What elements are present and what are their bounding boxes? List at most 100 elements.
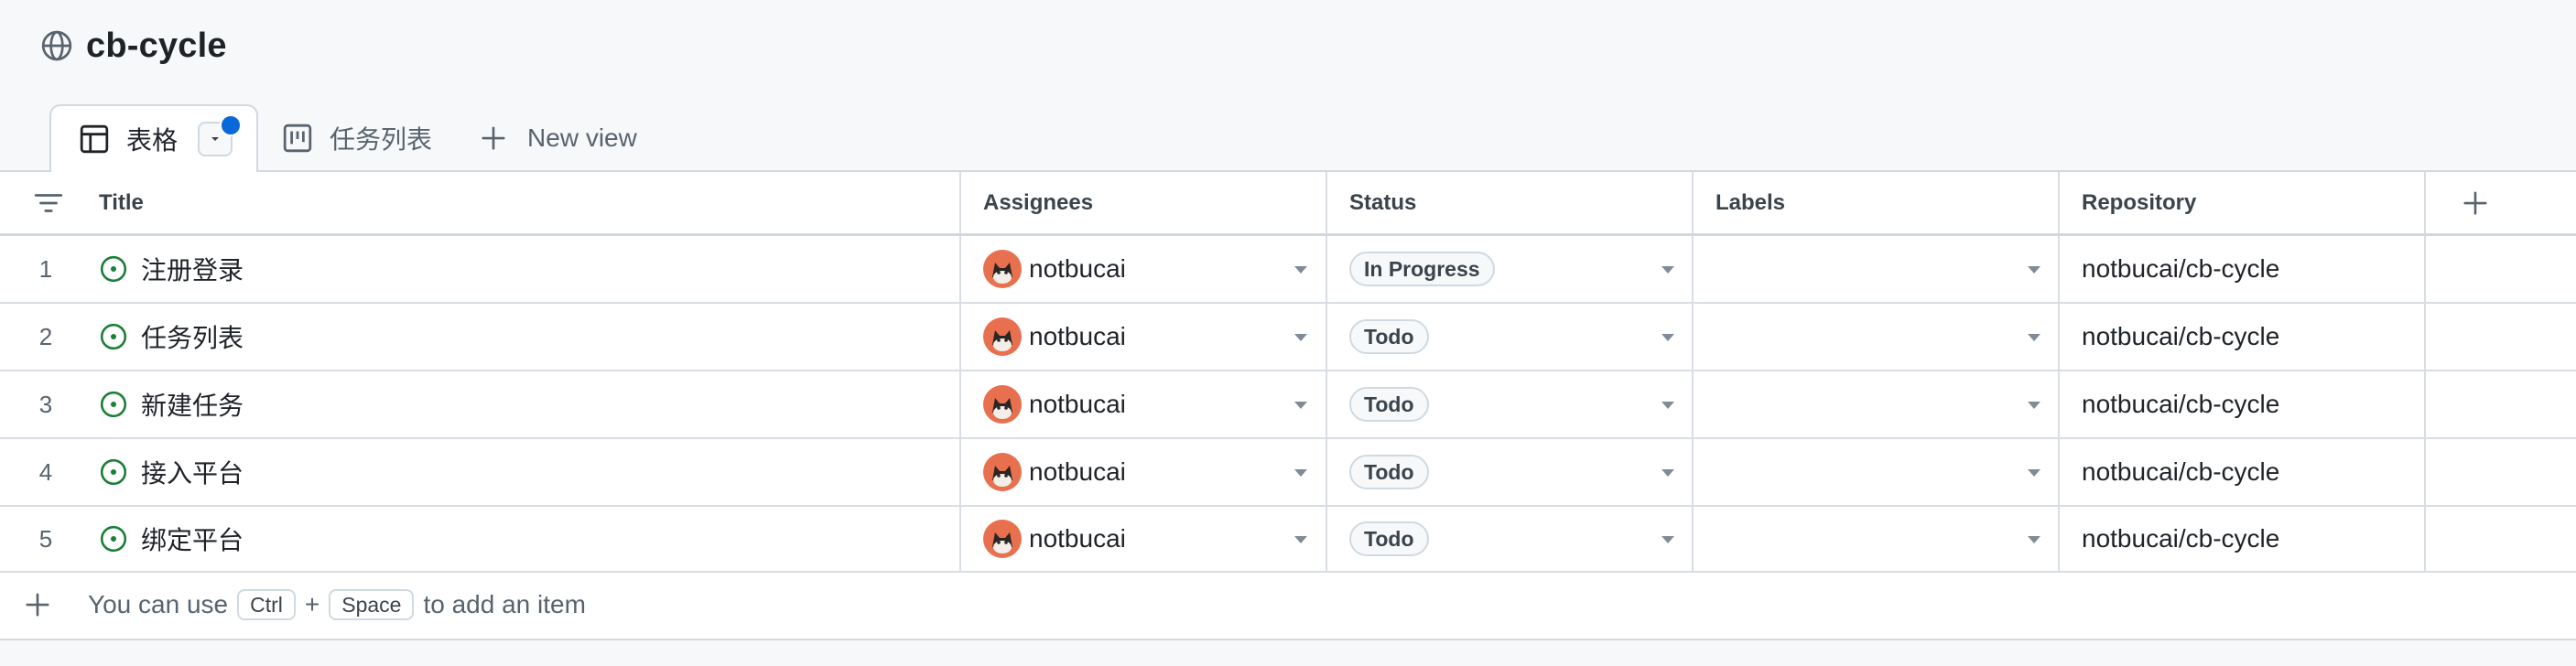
title-cell[interactable]: 绑定平台	[99, 507, 244, 571]
column-header-title[interactable]: Title	[99, 172, 144, 233]
assignee-name: notbucai	[1029, 254, 1126, 283]
status-cell[interactable]: Todo	[1349, 304, 1679, 370]
chevron-down-icon[interactable]	[1294, 469, 1307, 477]
table-row[interactable]: 4 接入平台 notbucai Todo notbucai/cb-cycle	[0, 439, 2576, 507]
issue-opened-icon	[99, 254, 128, 284]
column-header-labels[interactable]: Labels	[1716, 172, 1785, 233]
plus-icon	[2462, 189, 2489, 217]
repository-cell[interactable]: notbucai/cb-cycle	[2082, 371, 2279, 437]
status-cell[interactable]: In Progress	[1349, 236, 1679, 302]
table-row[interactable]: 1 注册登录 notbucai In Progress notbucai/cb-…	[0, 236, 2576, 304]
filter-icon	[33, 188, 64, 219]
status-cell[interactable]: Todo	[1349, 371, 1679, 437]
add-item-hint[interactable]: You can use Ctrl + Space to add an item	[88, 589, 586, 620]
unsaved-changes-dot	[220, 114, 243, 136]
labels-cell[interactable]	[1716, 507, 2045, 571]
column-header-repository[interactable]: Repository	[2082, 172, 2196, 233]
project-table: Title Assignees Status Labels Repository…	[0, 170, 2576, 640]
board-icon	[282, 123, 313, 154]
repository-cell[interactable]: notbucai/cb-cycle	[2082, 439, 2279, 505]
tab-label: New view	[527, 124, 637, 152]
filter-button[interactable]	[33, 172, 70, 233]
add-item-plus-icon[interactable]	[24, 591, 51, 618]
row-number: 5	[38, 524, 53, 553]
avatar	[983, 453, 1022, 491]
title-cell[interactable]: 新建任务	[99, 371, 244, 437]
issue-title[interactable]: 绑定平台	[141, 521, 244, 557]
issue-opened-icon	[99, 457, 128, 487]
status-cell[interactable]: Todo	[1349, 439, 1679, 505]
assignee-name: notbucai	[1029, 524, 1126, 553]
kbd-space: Space	[329, 589, 415, 620]
chevron-down-icon[interactable]	[1294, 334, 1307, 341]
row-number: 2	[38, 322, 53, 350]
chevron-down-icon[interactable]	[1661, 266, 1674, 274]
hint-plus: +	[304, 590, 320, 618]
repository-cell[interactable]: notbucai/cb-cycle	[2082, 507, 2279, 571]
issue-opened-icon	[99, 390, 128, 419]
table-row[interactable]: 5 绑定平台 notbucai Todo notbucai/cb-cycle	[0, 507, 2576, 573]
globe-icon	[40, 29, 73, 62]
table-header-row: Title Assignees Status Labels Repository	[0, 172, 2576, 236]
assignee-cell[interactable]: notbucai	[983, 439, 1313, 505]
row-number: 1	[38, 254, 53, 283]
labels-cell[interactable]	[1716, 371, 2045, 437]
chevron-down-icon[interactable]	[1294, 266, 1307, 274]
add-field-button[interactable]	[2457, 172, 2494, 233]
repository-cell[interactable]: notbucai/cb-cycle	[2082, 304, 2279, 370]
title-cell[interactable]: 注册登录	[99, 236, 244, 302]
chevron-down-icon[interactable]	[2028, 469, 2040, 477]
status-badge: Todo	[1349, 455, 1429, 489]
hint-prefix: You can use	[88, 590, 229, 618]
labels-cell[interactable]	[1716, 236, 2045, 302]
labels-cell[interactable]	[1716, 439, 2045, 505]
assignee-cell[interactable]: notbucai	[983, 371, 1313, 437]
add-item-row[interactable]: You can use Ctrl + Space to add an item	[0, 571, 2576, 639]
table-row[interactable]: 3 新建任务 notbucai Todo notbucai/cb-cycle	[0, 371, 2576, 439]
status-badge: Todo	[1349, 319, 1429, 354]
avatar	[983, 250, 1022, 288]
labels-cell[interactable]	[1716, 304, 2045, 370]
assignee-cell[interactable]: notbucai	[983, 304, 1313, 370]
new-view-button[interactable]: New view	[456, 104, 665, 172]
issue-title[interactable]: 任务列表	[141, 318, 244, 355]
chevron-down-icon[interactable]	[1661, 469, 1674, 477]
tab-label: 表格	[126, 126, 179, 155]
row-number: 4	[38, 457, 53, 486]
issue-opened-icon	[99, 524, 128, 553]
title-cell[interactable]: 任务列表	[99, 304, 244, 370]
issue-title[interactable]: 注册登录	[141, 251, 244, 287]
tab-table-view[interactable]: 表格	[49, 104, 259, 172]
assignee-name: notbucai	[1029, 457, 1126, 486]
plus-icon	[480, 124, 507, 152]
issue-title[interactable]: 新建任务	[141, 386, 244, 423]
column-header-assignees[interactable]: Assignees	[983, 172, 1093, 233]
chevron-down-icon[interactable]	[1661, 536, 1674, 543]
tab-label: 任务列表	[330, 125, 433, 154]
row-number: 3	[38, 390, 53, 418]
column-header-status[interactable]: Status	[1349, 172, 1416, 233]
project-title: cb-cycle	[86, 26, 227, 65]
chevron-down-icon[interactable]	[1661, 334, 1674, 341]
chevron-down-icon[interactable]	[2028, 334, 2040, 341]
chevron-down-icon[interactable]	[2028, 402, 2040, 409]
assignee-cell[interactable]: notbucai	[983, 507, 1313, 571]
issue-title[interactable]: 接入平台	[141, 454, 244, 490]
chevron-down-icon[interactable]	[1294, 402, 1307, 409]
title-cell[interactable]: 接入平台	[99, 439, 244, 505]
chevron-down-icon[interactable]	[1661, 402, 1674, 409]
status-badge: Todo	[1349, 521, 1429, 556]
chevron-down-icon[interactable]	[2028, 266, 2040, 274]
repository-cell[interactable]: notbucai/cb-cycle	[2082, 236, 2279, 302]
tab-board-view[interactable]: 任务列表	[258, 104, 456, 172]
assignee-name: notbucai	[1029, 390, 1126, 418]
view-tabs: 表格 任务列表 New view	[49, 104, 665, 172]
table-row[interactable]: 2 任务列表 notbucai Todo notbucai/cb-cycle	[0, 304, 2576, 371]
chevron-down-icon[interactable]	[2028, 536, 2040, 543]
view-options-button[interactable]	[198, 114, 243, 156]
assignee-cell[interactable]: notbucai	[983, 236, 1313, 302]
status-cell[interactable]: Todo	[1349, 507, 1679, 571]
chevron-down-icon	[208, 132, 222, 146]
chevron-down-icon[interactable]	[1294, 536, 1307, 543]
avatar	[983, 385, 1022, 424]
